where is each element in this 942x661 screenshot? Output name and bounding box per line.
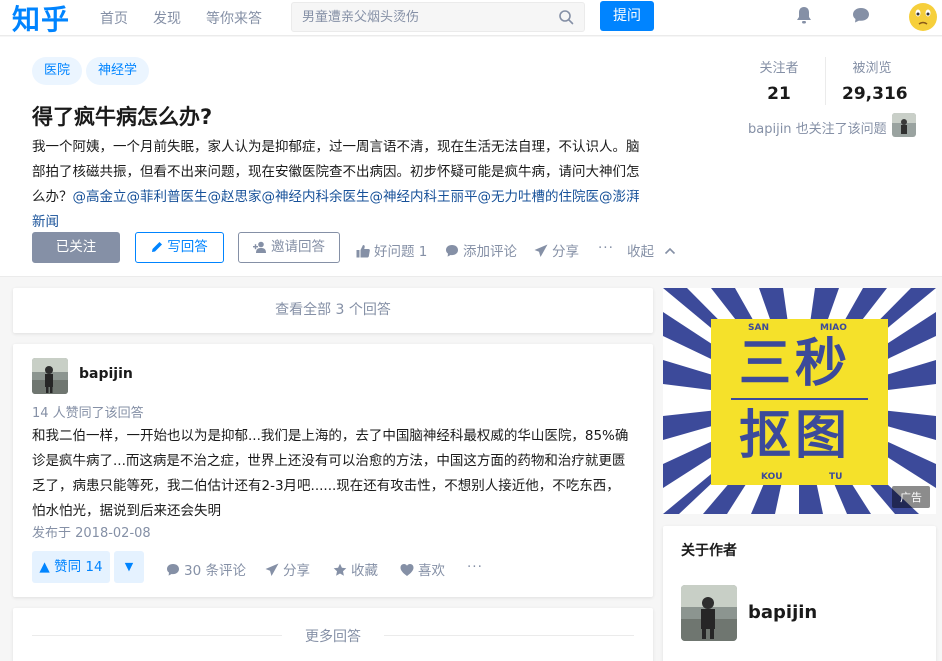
also-follow-note: bapijin 也关注了该问题 [748,122,887,137]
search-input[interactable] [292,3,542,31]
nav-waiting-answers[interactable]: 等你来答 [206,8,262,28]
more-answers-label[interactable]: 更多回答 [13,626,653,646]
answer-card: bapijin 14 人赞同了该回答 和我二伯一样，一开始也以为是抑郁...我们… [13,344,653,597]
ad-label: 广告 [892,486,930,508]
answer-author-avatar[interactable] [32,358,68,394]
answer-collect-label: 收藏 [351,563,378,579]
search-box [291,2,585,32]
about-author-title: 关于作者 [681,543,737,559]
share-question-label: 分享 [552,244,579,260]
followed-button[interactable]: 已关注 [32,232,120,263]
question-detail: 我一个阿姨，一个月前失眠，家人认为是抑郁症，过一周言语不清，现在生活无法自理，不… [32,135,644,235]
followers-stat[interactable]: 关注者 21 [758,57,800,104]
followers-count: 21 [767,84,791,104]
ad-pinyin-kou: KOU [761,472,783,482]
collapse-label: 收起 [627,244,654,260]
comment-icon [446,245,458,257]
answer-share-button[interactable]: 分享 [265,559,310,579]
upvote-button[interactable]: ▲ 赞同 14 [32,551,110,583]
topic-tag-neurology[interactable]: 神经学 [86,57,150,85]
divider-right [384,635,634,636]
top-navbar: 知乎 首页 发现 等你来答 提问 [0,0,942,36]
star-icon [333,563,347,576]
upvote-count-note[interactable]: 14 人赞同了该回答 [32,402,144,421]
chat-bubble-icon[interactable] [851,5,871,25]
ad-headline-1: 三秒 [739,334,852,394]
chevron-up-icon [665,247,676,255]
share-question-button[interactable]: 分享 [534,240,579,260]
answer-author-name[interactable]: bapijin [79,366,133,382]
zhihu-logo[interactable]: 知乎 [12,0,70,38]
answer-like-button[interactable]: 喜欢 [400,559,445,579]
paper-plane-icon [265,563,279,576]
question-mentions[interactable]: @高金立@菲利普医生@赵思家@神经内科余医生@神经内科王丽平@无力吐槽的住院医@… [32,189,640,230]
nav-home[interactable]: 首页 [100,8,128,28]
views-count: 29,316 [842,84,908,104]
stat-divider [825,57,826,105]
question-title: 得了疯牛病怎么办? [32,105,213,129]
more-answers-card[interactable]: 更多回答 [13,608,653,661]
answer-comments-button[interactable]: 30 条评论 [166,559,246,579]
answer-post-date[interactable]: 发布于 2018-02-08 [32,522,151,541]
ad-sunburst-graphic [663,288,936,514]
invite-answer-button[interactable]: 邀请回答 [238,232,340,263]
ask-button[interactable]: 提问 [600,1,654,31]
heart-icon [400,564,414,576]
nav-discover[interactable]: 发现 [153,8,181,28]
thumbs-up-icon [356,245,370,258]
answer-share-label: 分享 [283,563,310,579]
follower-avatar[interactable] [892,113,916,137]
topic-tag-hospital[interactable]: 医院 [32,57,83,85]
good-question-button[interactable]: 好问题 1 [356,240,427,260]
write-answer-button[interactable]: 写回答 [135,232,224,263]
search-icon[interactable] [558,9,574,25]
user-avatar[interactable] [907,0,939,32]
advertisement-banner[interactable]: SAN MIAO 三秒 抠图 KOU TU 广告 [663,288,936,514]
about-author-avatar[interactable] [681,585,737,641]
add-comment-label: 添加评论 [463,244,517,260]
add-comment-button[interactable]: 添加评论 [445,240,517,260]
view-all-answers-link[interactable]: 查看全部 3 个回答 [13,288,653,333]
answer-like-label: 喜欢 [418,563,445,579]
more-options-button[interactable]: ··· [598,240,614,256]
views-stat: 被浏览 29,316 [842,57,908,104]
about-author-name[interactable]: bapijin [748,602,817,623]
about-author-card: 关于作者 bapijin [663,526,936,661]
comment-icon [167,564,179,576]
answer-comments-label: 30 条评论 [184,563,246,579]
ad-pinyin-tu: TU [829,472,843,482]
notification-bell-icon[interactable] [794,5,814,25]
collapse-button[interactable]: 收起 [627,240,676,260]
ad-headline-2: 抠图 [739,406,852,466]
question-header: 医院 神经学 得了疯牛病怎么办? 我一个阿姨，一个月前失眠，家人认为是抑郁症，过… [0,37,942,277]
answer-collect-button[interactable]: 收藏 [333,559,378,579]
answer-more-button[interactable]: ··· [467,559,483,575]
answer-content: 和我二伯一样，一开始也以为是抑郁...我们是上海的，去了中国脑神经科最权威的华山… [32,428,629,519]
followers-label: 关注者 [759,61,799,76]
downvote-button[interactable]: ▼ [114,551,144,583]
views-label: 被浏览 [852,61,892,76]
paper-plane-icon [534,244,548,257]
good-question-label: 好问题 1 [374,244,428,260]
pencil-icon [152,242,163,252]
write-answer-label: 写回答 [167,239,208,255]
invite-answer-label: 邀请回答 [271,239,325,255]
add-user-icon [253,241,266,253]
